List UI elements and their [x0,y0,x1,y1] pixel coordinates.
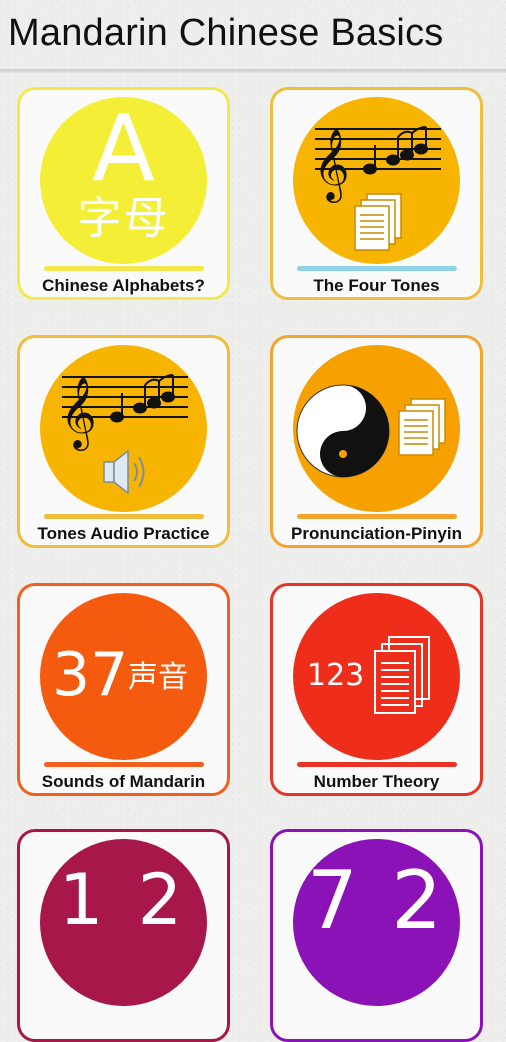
tile-accent-bar [44,266,204,271]
tile-label: Chinese Alphabets? [42,276,205,295]
tile-accent-bar [44,762,204,767]
tile-accent-bar [297,266,457,271]
page-title: Mandarin Chinese Basics [8,12,444,54]
alphabet-icon: A 字母 [40,97,207,264]
tile-chinese-alphabets[interactable]: A 字母 Chinese Alphabets? [17,87,230,300]
yin-yang-document-icon [293,345,460,512]
svg-text:𝄞: 𝄞 [313,127,350,203]
tile-accent-bar [297,514,457,519]
sounds-count-icon: 37 声音 [40,593,207,760]
music-notes-speaker-icon: 𝄞 [40,345,207,512]
tile-pronunciation-pinyin[interactable]: Pronunciation-Pinyin [270,335,483,548]
tile-partial-right[interactable]: 7 2 [270,829,483,1042]
tile-number-theory[interactable]: 123 Number Theory [270,583,483,796]
numbers-partial-icon: 1 2 [40,839,207,1006]
numbers-document-icon: 123 [293,593,460,760]
tile-accent-bar [297,762,457,767]
svg-text:𝄞: 𝄞 [60,375,97,451]
tile-label: Pronunciation-Pinyin [291,524,462,543]
music-notes-document-icon: 𝄞 [293,97,460,264]
tile-tones-audio-practice[interactable]: 𝄞 Tones Audio Practice [17,335,230,548]
tile-four-tones[interactable]: 𝄞 The Four Tones [270,87,483,300]
tile-accent-bar [44,514,204,519]
numbers-partial-icon: 7 2 [293,839,460,1006]
tile-label: Sounds of Mandarin [41,772,206,791]
tile-label: Number Theory [313,772,440,791]
tile-sounds-of-mandarin[interactable]: 37 声音 Sounds of Mandarin [17,583,230,796]
tile-label: Tones Audio Practice [37,524,210,543]
header-divider [0,69,506,73]
tile-label: The Four Tones [313,276,440,295]
tile-partial-left[interactable]: 1 2 [17,829,230,1042]
